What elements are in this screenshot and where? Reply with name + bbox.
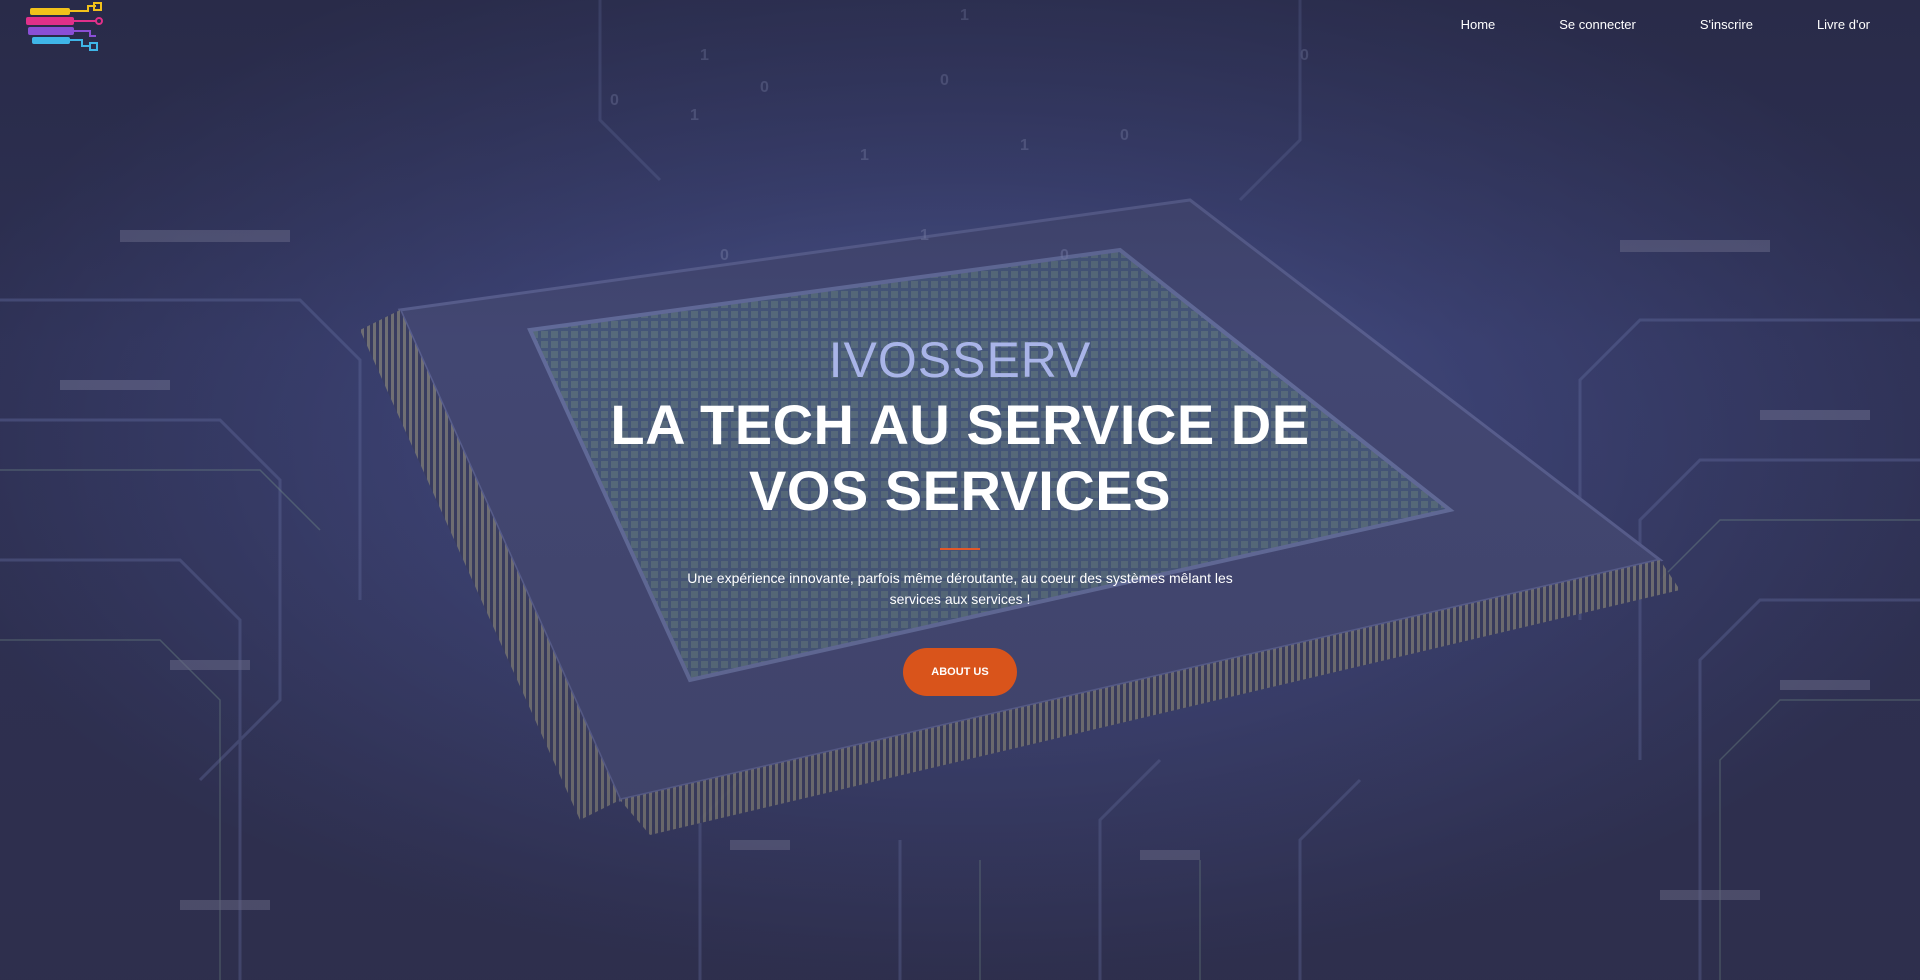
hero-headline-line2: VOS SERVICES — [748, 459, 1171, 522]
top-navbar: Home Se connecter S'inscrire Livre d'or — [0, 0, 1920, 52]
hero-description: Une expérience innovante, parfois même d… — [687, 570, 1233, 607]
nav-link-home[interactable]: Home — [1461, 17, 1496, 32]
hero-content: IVOSSERV LA TECH AU SERVICE DE VOS SERVI… — [560, 330, 1360, 696]
nav-menu: Home Se connecter S'inscrire Livre d'or — [1397, 17, 1870, 32]
nav-link-guestbook[interactable]: Livre d'or — [1817, 17, 1870, 32]
nav-link-login[interactable]: Se connecter — [1559, 17, 1636, 32]
accent-divider — [940, 548, 980, 550]
brand-title: IVOSSERV — [828, 332, 1092, 388]
nav-link-register[interactable]: S'inscrire — [1700, 17, 1753, 32]
hero-headline-line1: LA TECH AU SERVICE DE — [610, 393, 1310, 456]
about-us-button[interactable]: ABOUT US — [903, 648, 1017, 696]
hero-section: 0 1 0 1 0 1 0 0 1 1 0 1 0 — [0, 0, 1920, 980]
hero-headline: LA TECH AU SERVICE DE VOS SERVICES — [560, 392, 1360, 524]
circuit-brain-logo-icon[interactable] — [26, 0, 106, 54]
